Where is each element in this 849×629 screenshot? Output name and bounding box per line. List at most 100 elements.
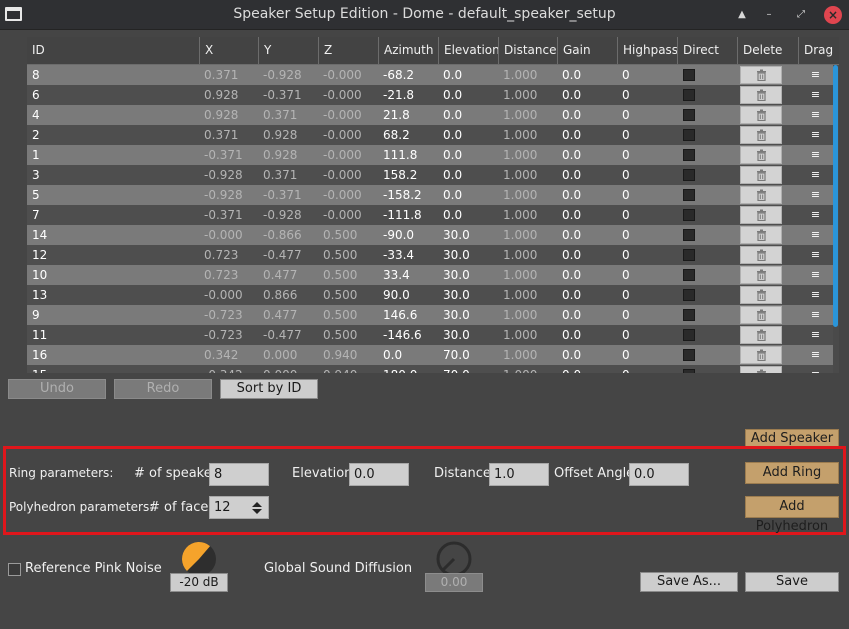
column-header-delete[interactable]: Delete	[737, 37, 798, 65]
cell-x[interactable]: 0.371	[199, 125, 238, 145]
add-polyhedron-button[interactable]: Add Polyhedron	[745, 496, 839, 534]
cell-z[interactable]: -0.000	[318, 185, 362, 205]
cell-azimuth[interactable]: 146.6	[378, 305, 417, 325]
direct-checkbox[interactable]	[683, 169, 695, 181]
direct-checkbox[interactable]	[683, 289, 695, 301]
cell-azimuth[interactable]: 158.2	[378, 165, 417, 185]
cell-highpass[interactable]: 0	[617, 365, 630, 373]
cell-gain[interactable]: 0.0	[557, 245, 581, 265]
cell-elevation[interactable]: 0.0	[438, 85, 462, 105]
cell-highpass[interactable]: 0	[617, 325, 630, 345]
cell-azimuth[interactable]: -111.8	[378, 205, 422, 225]
cell-x[interactable]: 0.371	[199, 65, 238, 85]
cell-elevation[interactable]: 0.0	[438, 125, 462, 145]
direct-checkbox[interactable]	[683, 129, 695, 141]
pink-noise-level-display[interactable]: -20 dB	[170, 573, 228, 592]
delete-row-button[interactable]	[740, 246, 782, 264]
cell-elevation[interactable]: 0.0	[438, 185, 462, 205]
cell-id[interactable]: 4	[27, 105, 40, 125]
direct-checkbox[interactable]	[683, 209, 695, 221]
delete-row-button[interactable]	[740, 266, 782, 284]
table-row[interactable]: 2 0.371 0.928 -0.000 68.2 0.0 1.000 0.0 0 ≡	[27, 125, 833, 145]
save-as-button[interactable]: Save As...	[640, 572, 738, 592]
cell-id[interactable]: 11	[27, 325, 47, 345]
table-row[interactable]: 1 -0.371 0.928 -0.000 111.8 0.0 1.000 0.0 0 ≡	[27, 145, 833, 165]
delete-row-button[interactable]	[740, 226, 782, 244]
table-row[interactable]: 8 0.371 -0.928 -0.000 -68.2 0.0 1.000 0.0 0 ≡	[27, 65, 833, 85]
column-header-x[interactable]: X	[199, 37, 258, 65]
cell-gain[interactable]: 0.0	[557, 85, 581, 105]
cell-highpass[interactable]: 0	[617, 165, 630, 185]
column-header-elevation[interactable]: Elevation	[438, 37, 500, 65]
cell-z[interactable]: 0.500	[318, 225, 357, 245]
undo-button[interactable]: Undo	[8, 379, 106, 399]
cell-distance[interactable]: 1.000	[498, 325, 537, 345]
direct-checkbox[interactable]	[683, 269, 695, 281]
drag-handle-icon[interactable]: ≡	[798, 285, 833, 305]
cell-x[interactable]: 0.723	[199, 245, 238, 265]
direct-checkbox[interactable]	[683, 109, 695, 121]
cell-elevation[interactable]: 70.0	[438, 345, 470, 365]
cell-gain[interactable]: 0.0	[557, 125, 581, 145]
drag-handle-icon[interactable]: ≡	[798, 365, 833, 373]
direct-checkbox[interactable]	[683, 189, 695, 201]
cell-z[interactable]: -0.000	[318, 85, 362, 105]
cell-distance[interactable]: 1.000	[498, 165, 537, 185]
drag-handle-icon[interactable]: ≡	[798, 265, 833, 285]
cell-elevation[interactable]: 70.0	[438, 365, 470, 373]
drag-handle-icon[interactable]: ≡	[798, 305, 833, 325]
delete-row-button[interactable]	[740, 346, 782, 364]
cell-elevation[interactable]: 30.0	[438, 245, 470, 265]
cell-azimuth[interactable]: -146.6	[378, 325, 422, 345]
cell-y[interactable]: 0.371	[258, 165, 297, 185]
cell-highpass[interactable]: 0	[617, 285, 630, 305]
cell-distance[interactable]: 1.000	[498, 245, 537, 265]
delete-row-button[interactable]	[740, 166, 782, 184]
close-icon[interactable]: ×	[824, 6, 842, 24]
delete-row-button[interactable]	[740, 106, 782, 124]
cell-distance[interactable]: 1.000	[498, 185, 537, 205]
cell-z[interactable]: 0.940	[318, 345, 357, 365]
cell-z[interactable]: -0.000	[318, 205, 362, 225]
pink-noise-checkbox[interactable]	[8, 563, 21, 576]
spinner-arrows-icon[interactable]	[252, 501, 262, 515]
cell-azimuth[interactable]: -158.2	[378, 185, 422, 205]
drag-handle-icon[interactable]: ≡	[798, 105, 833, 125]
direct-checkbox[interactable]	[683, 369, 695, 373]
cell-gain[interactable]: 0.0	[557, 145, 581, 165]
cell-elevation[interactable]: 0.0	[438, 205, 462, 225]
cell-id[interactable]: 14	[27, 225, 47, 245]
cell-azimuth[interactable]: -68.2	[378, 65, 414, 85]
cell-gain[interactable]: 0.0	[557, 225, 581, 245]
cell-gain[interactable]: 0.0	[557, 305, 581, 325]
cell-highpass[interactable]: 0	[617, 65, 630, 85]
drag-handle-icon[interactable]: ≡	[798, 325, 833, 345]
cell-distance[interactable]: 1.000	[498, 145, 537, 165]
column-header-direct[interactable]: Direct	[677, 37, 737, 65]
num-speakers-input[interactable]: 8	[209, 463, 269, 486]
num-faces-spinbox[interactable]: 12	[209, 496, 269, 519]
cell-gain[interactable]: 0.0	[557, 265, 581, 285]
table-row[interactable]: 5 -0.928 -0.371 -0.000 -158.2 0.0 1.000 0.0 0 ≡	[27, 185, 833, 205]
redo-button[interactable]: Redo	[114, 379, 212, 399]
cell-distance[interactable]: 1.000	[498, 225, 537, 245]
cell-distance[interactable]: 1.000	[498, 265, 537, 285]
column-header-z[interactable]: Z	[318, 37, 378, 65]
column-header-gain[interactable]: Gain	[557, 37, 617, 65]
cell-z[interactable]: -0.000	[318, 125, 362, 145]
cell-highpass[interactable]: 0	[617, 85, 630, 105]
cell-highpass[interactable]: 0	[617, 125, 630, 145]
cell-elevation[interactable]: 30.0	[438, 325, 470, 345]
delete-row-button[interactable]	[740, 66, 782, 84]
cell-x[interactable]: -0.928	[199, 185, 243, 205]
cell-z[interactable]: 0.500	[318, 305, 357, 325]
cell-y[interactable]: -0.866	[258, 225, 302, 245]
save-button[interactable]: Save	[745, 572, 839, 592]
cell-distance[interactable]: 1.000	[498, 305, 537, 325]
cell-id[interactable]: 3	[27, 165, 40, 185]
table-row[interactable]: 11 -0.723 -0.477 0.500 -146.6 30.0 1.000 0.0 0 ≡	[27, 325, 833, 345]
cell-z[interactable]: -0.000	[318, 145, 362, 165]
cell-azimuth[interactable]: 90.0	[378, 285, 410, 305]
direct-checkbox[interactable]	[683, 149, 695, 161]
cell-x[interactable]: -0.928	[199, 165, 243, 185]
